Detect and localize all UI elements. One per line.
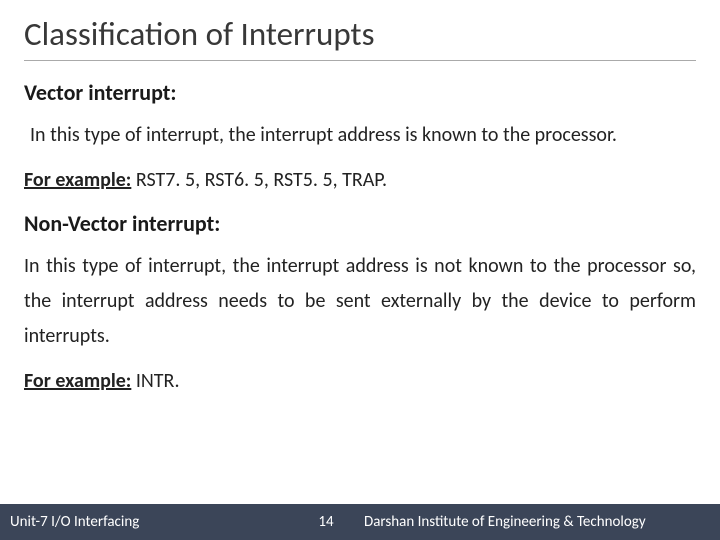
example-label: For example: — [24, 168, 131, 192]
example-label: For example: — [24, 369, 131, 393]
slide: Classification of Interrupts Vector inte… — [0, 0, 720, 540]
example-text: INTR. — [131, 369, 179, 393]
footer-unit: Unit-7 I/O Interfacing — [0, 513, 300, 531]
section-body-nonvector: In this type of interrupt, the interrupt… — [24, 249, 696, 354]
footer-bar: Unit-7 I/O Interfacing 14 Darshan Instit… — [0, 504, 720, 540]
footer-institute: Darshan Institute of Engineering & Techn… — [352, 513, 720, 531]
section-body-vector: In this type of interrupt, the interrupt… — [24, 118, 696, 153]
section-example-vector: For example: RST7. 5, RST6. 5, RST5. 5, … — [24, 163, 696, 198]
section-heading-nonvector: Non-Vector interrupt: — [24, 210, 696, 237]
footer-page-number: 14 — [300, 513, 352, 531]
slide-title: Classification of Interrupts — [24, 14, 696, 61]
section-example-nonvector: For example: INTR. — [24, 364, 696, 399]
example-text: RST7. 5, RST6. 5, RST5. 5, TRAP. — [131, 168, 387, 192]
section-heading-vector: Vector interrupt: — [24, 79, 696, 106]
